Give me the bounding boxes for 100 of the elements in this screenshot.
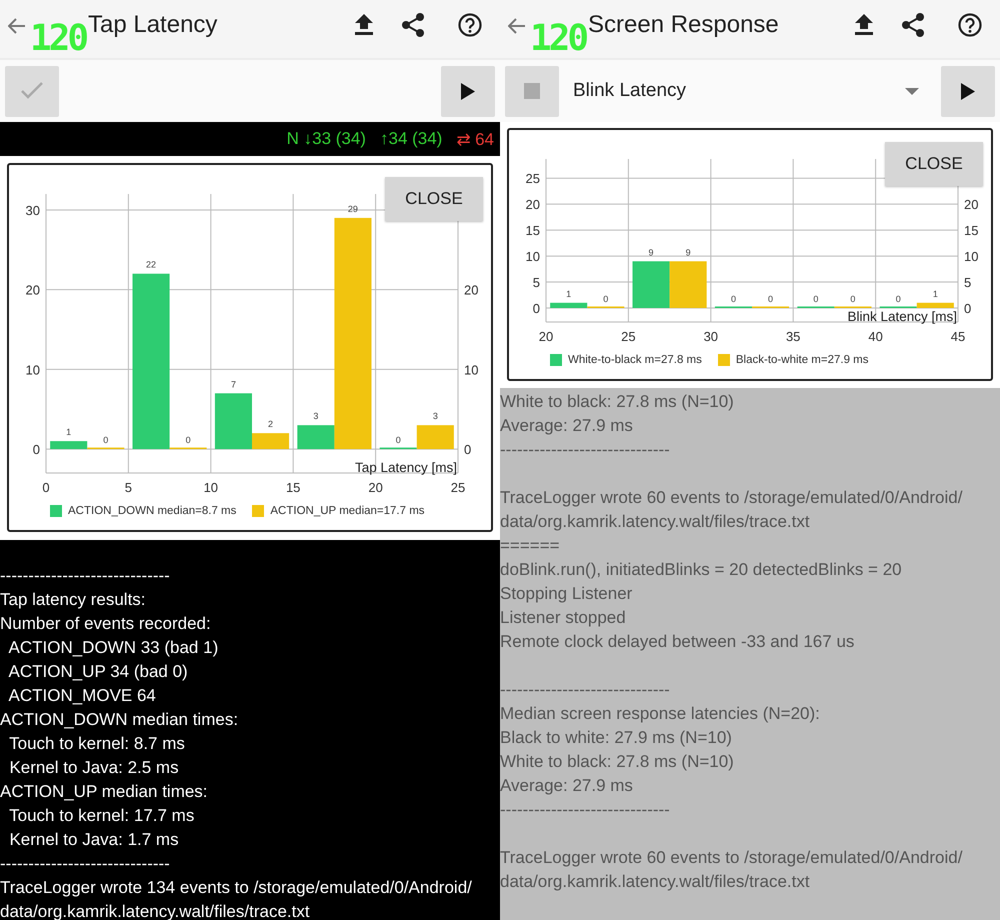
check-button[interactable] [5, 66, 59, 116]
log-line: TraceLogger wrote 60 events to /storage/emulated/0/Android/ [500, 847, 964, 869]
play-button[interactable] [941, 66, 995, 116]
log-line: ACTION_UP 34 (bad 0) [8, 661, 189, 683]
chart-bar [670, 261, 707, 308]
legend-label: White-to-black m=27.8 ms [568, 354, 702, 366]
data-label: 0 [813, 294, 818, 304]
axis-tick-label: 20 [464, 282, 478, 298]
axis-title: Tap Latency [ms] [354, 460, 457, 475]
axis-tick-label: 20 [26, 282, 40, 298]
play-button[interactable] [441, 66, 495, 116]
fps-counter: 120 [30, 20, 86, 58]
chart-bar [632, 261, 670, 308]
axis-tick-label: 30 [26, 202, 40, 218]
data-label: 2 [268, 419, 274, 430]
data-label: 0 [850, 294, 856, 304]
legend-label: Black-to-white m=27.9 ms [736, 354, 869, 366]
help-icon[interactable] [958, 13, 982, 37]
log-line: TraceLogger wrote 60 events to /storage/emulated/0/Android/ [500, 487, 964, 509]
data-label: 0 [103, 435, 108, 446]
data-label: 7 [230, 379, 236, 390]
log-line: ====== [500, 535, 561, 557]
axis-tick-label: 20 [964, 197, 978, 212]
axis-tick-label: 10 [204, 480, 218, 495]
axis-tick-label: 10 [464, 362, 478, 378]
play-icon [961, 82, 975, 100]
log-line: Average: 27.9 ms [500, 775, 634, 797]
log-line: doBlink.run(), initiatedBlinks = 20 detectedBlinks = 20 [500, 559, 903, 581]
axis-tick-label: 0 [964, 300, 972, 316]
axis-tick-label: 15 [286, 480, 300, 495]
fps-counter: 120 [530, 20, 586, 58]
log-line: ACTION_MOVE 64 [8, 685, 157, 707]
back-arrow-icon[interactable] [8, 18, 26, 34]
log-line: ACTION_DOWN median times: [0, 709, 240, 731]
axis-tick-label: 0 [532, 300, 540, 316]
axis-tick-label: 45 [950, 329, 966, 344]
log-line: data/org.kamrik.latency.walt/files/trace.txt [500, 871, 811, 893]
legend-label: ACTION_UP median=17.7 ms [270, 505, 425, 517]
close-button[interactable]: CLOSE [385, 177, 483, 221]
axis-tick-label: 0 [32, 442, 40, 458]
status-count: N ↓33 (34) [286, 129, 366, 149]
axis-tick-label: 5 [964, 275, 972, 290]
log-line: ACTION_UP median times: [0, 781, 209, 803]
log-line: Tap latency results: [0, 589, 147, 611]
axis-tick-label: 20 [526, 197, 540, 212]
axis-tick-label: 0 [464, 442, 472, 458]
data-label: 3 [432, 411, 438, 422]
axis-tick-label: 40 [868, 329, 883, 344]
play-icon [461, 82, 475, 100]
axis-title: Blink Latency [ms] [847, 309, 957, 324]
log-line: ------------------------------ [500, 679, 671, 701]
data-label: 9 [686, 247, 691, 258]
share-icon[interactable] [902, 13, 924, 37]
log-line: White to black: 27.8 ms (N=10) [500, 751, 735, 773]
log-line: Stopping Listener [500, 583, 634, 605]
axis-tick-label: 10 [964, 249, 978, 264]
data-label: 0 [768, 294, 774, 304]
axis-tick-label: 0 [42, 480, 50, 495]
log-line: ------------------------------ [0, 853, 171, 875]
log-line: data/org.kamrik.latency.walt/files/trace.txt [500, 511, 811, 533]
upload-icon[interactable] [355, 14, 373, 36]
log-line: White to black: 27.8 ms (N=10) [500, 391, 735, 413]
close-button[interactable]: CLOSE [885, 142, 983, 186]
screen-title: Tap Latency [88, 11, 218, 39]
log-line: Touch to kernel: 8.7 ms [8, 733, 186, 755]
data-label: 29 [348, 204, 358, 214]
data-label: 1 [566, 288, 572, 299]
caret-icon [905, 88, 919, 94]
check-icon [21, 82, 43, 100]
data-label: 22 [146, 260, 156, 270]
log-line: Number of events recorded: [0, 613, 212, 635]
screen-title: Screen Response [588, 11, 779, 39]
axis-tick-label: 20 [538, 329, 554, 344]
help-icon[interactable] [458, 13, 482, 37]
data-label: 0 [730, 294, 736, 304]
latency-dropdown[interactable]: Blink Latency [573, 66, 929, 116]
data-label: 9 [648, 247, 654, 258]
data-label: 1 [932, 288, 938, 299]
axis-tick-label: 5 [124, 480, 132, 495]
log-line: Remote clock delayed between -33 and 167 us [500, 631, 856, 653]
axis-tick-label: 25 [621, 329, 636, 344]
axis-tick-label: 15 [526, 223, 540, 238]
log-line: Median screen response latencies (N=20): [500, 703, 821, 725]
data-label: 3 [313, 411, 318, 422]
data-label: 0 [603, 294, 608, 304]
axis-tick-label: 25 [450, 480, 466, 495]
status-count: ↑34 (34) [380, 129, 442, 149]
upload-icon[interactable] [855, 14, 873, 36]
back-arrow-icon[interactable] [508, 18, 526, 34]
axis-tick-label: 35 [786, 329, 800, 344]
share-icon[interactable] [402, 13, 424, 37]
log-line: Touch to kernel: 17.7 ms [8, 805, 196, 827]
data-label: 1 [66, 427, 72, 438]
status-count: ⇄ 64 [456, 128, 494, 150]
axis-tick-label: 30 [704, 329, 718, 344]
log-line: Listener stopped [500, 607, 627, 629]
log-line: Average: 27.9 ms [500, 415, 634, 437]
data-label: 0 [186, 435, 191, 446]
log-line: Kernel to Java: 1.7 ms [8, 829, 180, 851]
axis-tick-label: 20 [368, 480, 383, 495]
